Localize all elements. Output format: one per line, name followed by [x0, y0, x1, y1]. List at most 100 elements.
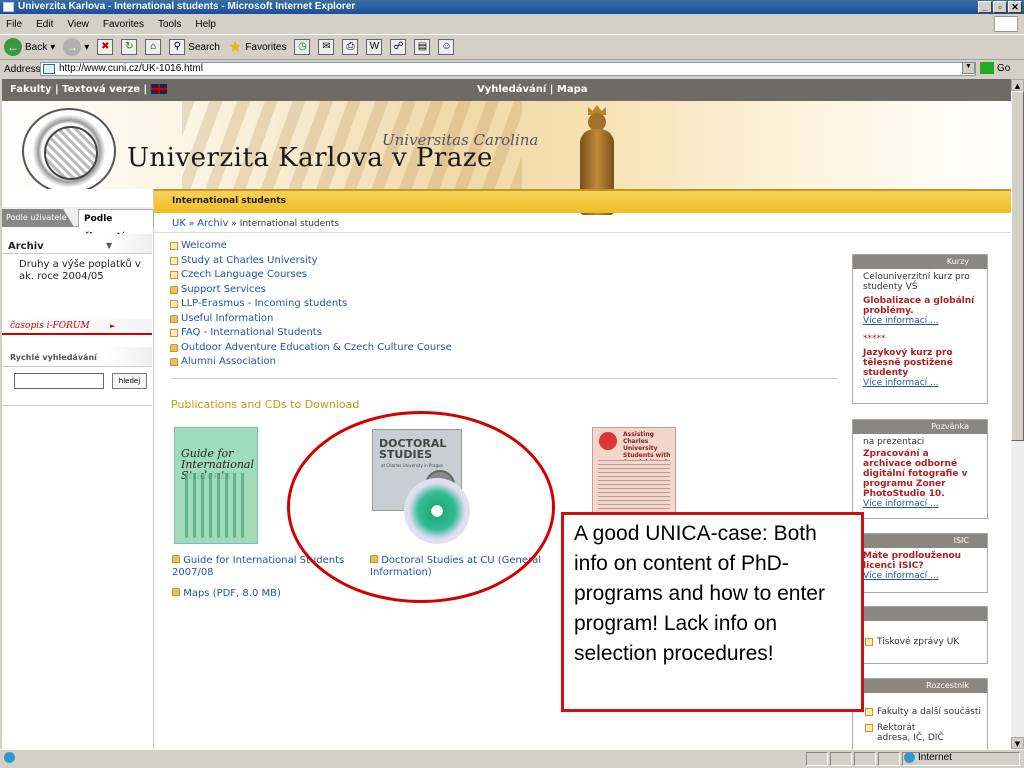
menu-tools[interactable]: Tools: [158, 19, 181, 30]
menu-item-alumni[interactable]: Alumni Association: [170, 355, 452, 370]
menu-item-faq[interactable]: FAQ - International Students: [170, 326, 452, 341]
close-button[interactable]: ✕: [1008, 1, 1022, 13]
stop-icon[interactable]: ✖: [97, 39, 114, 55]
scroll-thumb[interactable]: [1011, 91, 1024, 441]
english-flag-icon[interactable]: [150, 84, 167, 94]
more-info-link[interactable]: Více informací ...: [863, 499, 977, 509]
faculties-link[interactable]: Fakulty a další součásti: [853, 707, 987, 717]
vertical-scrollbar[interactable]: ▲ ▼: [1011, 79, 1024, 749]
history-icon[interactable]: ◷: [294, 39, 311, 55]
search-button[interactable]: ⚲ Search: [169, 39, 220, 55]
back-button[interactable]: ← Back ▾: [4, 38, 55, 56]
archiv-item[interactable]: Druhy a výše poplatků v ak. roce 2004/05: [19, 259, 149, 283]
address-input[interactable]: http://www.cuni.cz/UK-1016.html: [40, 62, 976, 76]
more-info-link[interactable]: Více informací ...: [863, 316, 977, 326]
research-icon[interactable]: ▤: [414, 39, 431, 55]
back-arrow-icon: ←: [4, 38, 22, 56]
address-bar: Address http://www.cuni.cz/UK-1016.html …: [0, 61, 1024, 77]
menu-view[interactable]: View: [67, 19, 89, 30]
section-bar: International students: [154, 189, 1011, 213]
home-icon[interactable]: ⌂: [145, 39, 162, 55]
menu-item-support[interactable]: Support Services: [170, 283, 452, 298]
divider: [2, 405, 152, 406]
toolbar: ← Back ▾ → ▾ ✖ ↻ ⌂ ⚲ Search ★ Favorites ◷ ✉ ⎙…: [0, 34, 1024, 60]
menu-item-useful-info[interactable]: Useful Information: [170, 312, 452, 327]
menu-item-czech-courses[interactable]: Czech Language Courses: [170, 268, 452, 283]
section-menu: Welcome Study at Charles University Czec…: [170, 239, 452, 370]
menu-item-outdoor[interactable]: Outdoor Adventure Education & Czech Cult…: [170, 341, 452, 356]
site-top-nav: Fakulty | Textová verze | Vyhledávání | …: [2, 79, 1011, 101]
search-submit-button[interactable]: hledej: [112, 373, 147, 389]
windows-logo-icon: [994, 16, 1018, 32]
press-link[interactable]: Tiskové zprávy UK: [853, 637, 987, 647]
link-icon: [865, 708, 873, 716]
list-icon: [170, 329, 178, 338]
go-button[interactable]: Go: [980, 62, 1010, 74]
menu-favorites[interactable]: Favorites: [103, 19, 144, 30]
link-icon: [865, 724, 873, 732]
page-status-icon: [4, 752, 15, 763]
forward-arrow-icon: →: [63, 38, 82, 56]
list-icon: [170, 242, 178, 251]
sidebar-tabs: Podle uživatele Podle činností: [2, 207, 154, 242]
house-icon: [172, 588, 180, 596]
site-title[interactable]: Univerzita Karlova v Praze: [127, 143, 493, 173]
tab-by-user[interactable]: Podle uživatele: [2, 209, 74, 227]
menu-item-erasmus[interactable]: LLP-Erasmus - Incoming students: [170, 297, 452, 312]
university-seal-logo[interactable]: [22, 108, 116, 194]
breadcrumb-archiv[interactable]: Archiv: [197, 218, 228, 229]
maps-link[interactable]: Maps (PDF, 8.0 MB): [172, 588, 281, 600]
house-icon: [170, 358, 178, 367]
rozcestnik-box: Rozcestník Fakulty a další součásti Rekt…: [852, 678, 988, 749]
isic-box: ISIC Máte prodlouženou licenci ISIC? Víc…: [852, 533, 988, 593]
status-bar: Internet: [0, 749, 1024, 768]
arrow-right-icon: ►: [110, 322, 116, 330]
section-title: International students: [172, 196, 287, 206]
globe-icon: [904, 752, 915, 763]
breadcrumb: UK » Archiv » International students: [172, 218, 340, 229]
more-info-link[interactable]: Více informací ...: [863, 571, 977, 581]
search-map-links[interactable]: Vyhledávání | Mapa: [477, 79, 588, 101]
guide-cover-image[interactable]: Guide for International Students: [174, 427, 258, 544]
quick-search-input[interactable]: [14, 373, 104, 389]
restore-button[interactable]: ▫: [993, 1, 1007, 13]
scroll-down-icon[interactable]: ▼: [1011, 737, 1024, 749]
faculties-link[interactable]: Fakulty | Textová verze |: [10, 84, 147, 95]
print-icon[interactable]: ⎙: [342, 39, 359, 55]
menu-item-study[interactable]: Study at Charles University: [170, 254, 452, 269]
breadcrumb-uk[interactable]: UK: [172, 218, 186, 229]
messenger-icon[interactable]: ☺: [438, 39, 455, 55]
menu-item-welcome[interactable]: Welcome: [170, 239, 452, 254]
menu-bar: File Edit View Favorites Tools Help: [0, 15, 1024, 33]
menu-edit[interactable]: Edit: [36, 19, 53, 30]
list-icon: [170, 256, 178, 265]
favorites-button[interactable]: ★ Favorites: [228, 37, 286, 57]
archiv-title[interactable]: Archiv: [8, 241, 44, 252]
mail-icon[interactable]: ✉: [318, 39, 335, 55]
press-box: Tiskové zprávy UK: [852, 606, 988, 664]
internet-zone: Internet: [904, 752, 952, 763]
chevron-down-icon[interactable]: ▼: [106, 241, 112, 250]
publications-heading: Publications and CDs to Download: [171, 398, 360, 411]
menu-help[interactable]: Help: [195, 19, 216, 30]
refresh-icon[interactable]: ↻: [121, 39, 138, 55]
menu-file[interactable]: File: [6, 19, 22, 30]
discuss-icon[interactable]: ☍: [390, 39, 407, 55]
pozvanka-box: Pozvánka na prezentaci Zpracování a arch…: [852, 419, 988, 519]
web-page: Fakulty | Textová verze | Vyhledávání | …: [2, 79, 1011, 749]
scroll-up-icon[interactable]: ▲: [1011, 79, 1024, 91]
kurzy-header: Kurzy: [853, 255, 987, 269]
rectorate-link[interactable]: Rektorát: [853, 723, 987, 733]
tab-by-activity[interactable]: Podle činností: [78, 209, 154, 242]
address-link[interactable]: adresa, IČ, DIČ: [853, 733, 987, 743]
address-dropdown[interactable]: ▼: [962, 62, 975, 74]
minimize-button[interactable]: _: [978, 1, 992, 13]
more-info-link[interactable]: Více informací ...: [863, 378, 977, 388]
page-icon: [43, 64, 55, 74]
link-icon: [170, 271, 178, 280]
casopis-link[interactable]: časopis i-FORUM ►: [2, 319, 152, 335]
kurzy-box: Kurzy Celouniverzitní kurz pro studenty …: [852, 254, 988, 404]
forward-button[interactable]: → ▾: [63, 38, 89, 56]
edit-icon[interactable]: W: [366, 39, 383, 55]
breadcrumb-current: International students: [239, 219, 340, 229]
